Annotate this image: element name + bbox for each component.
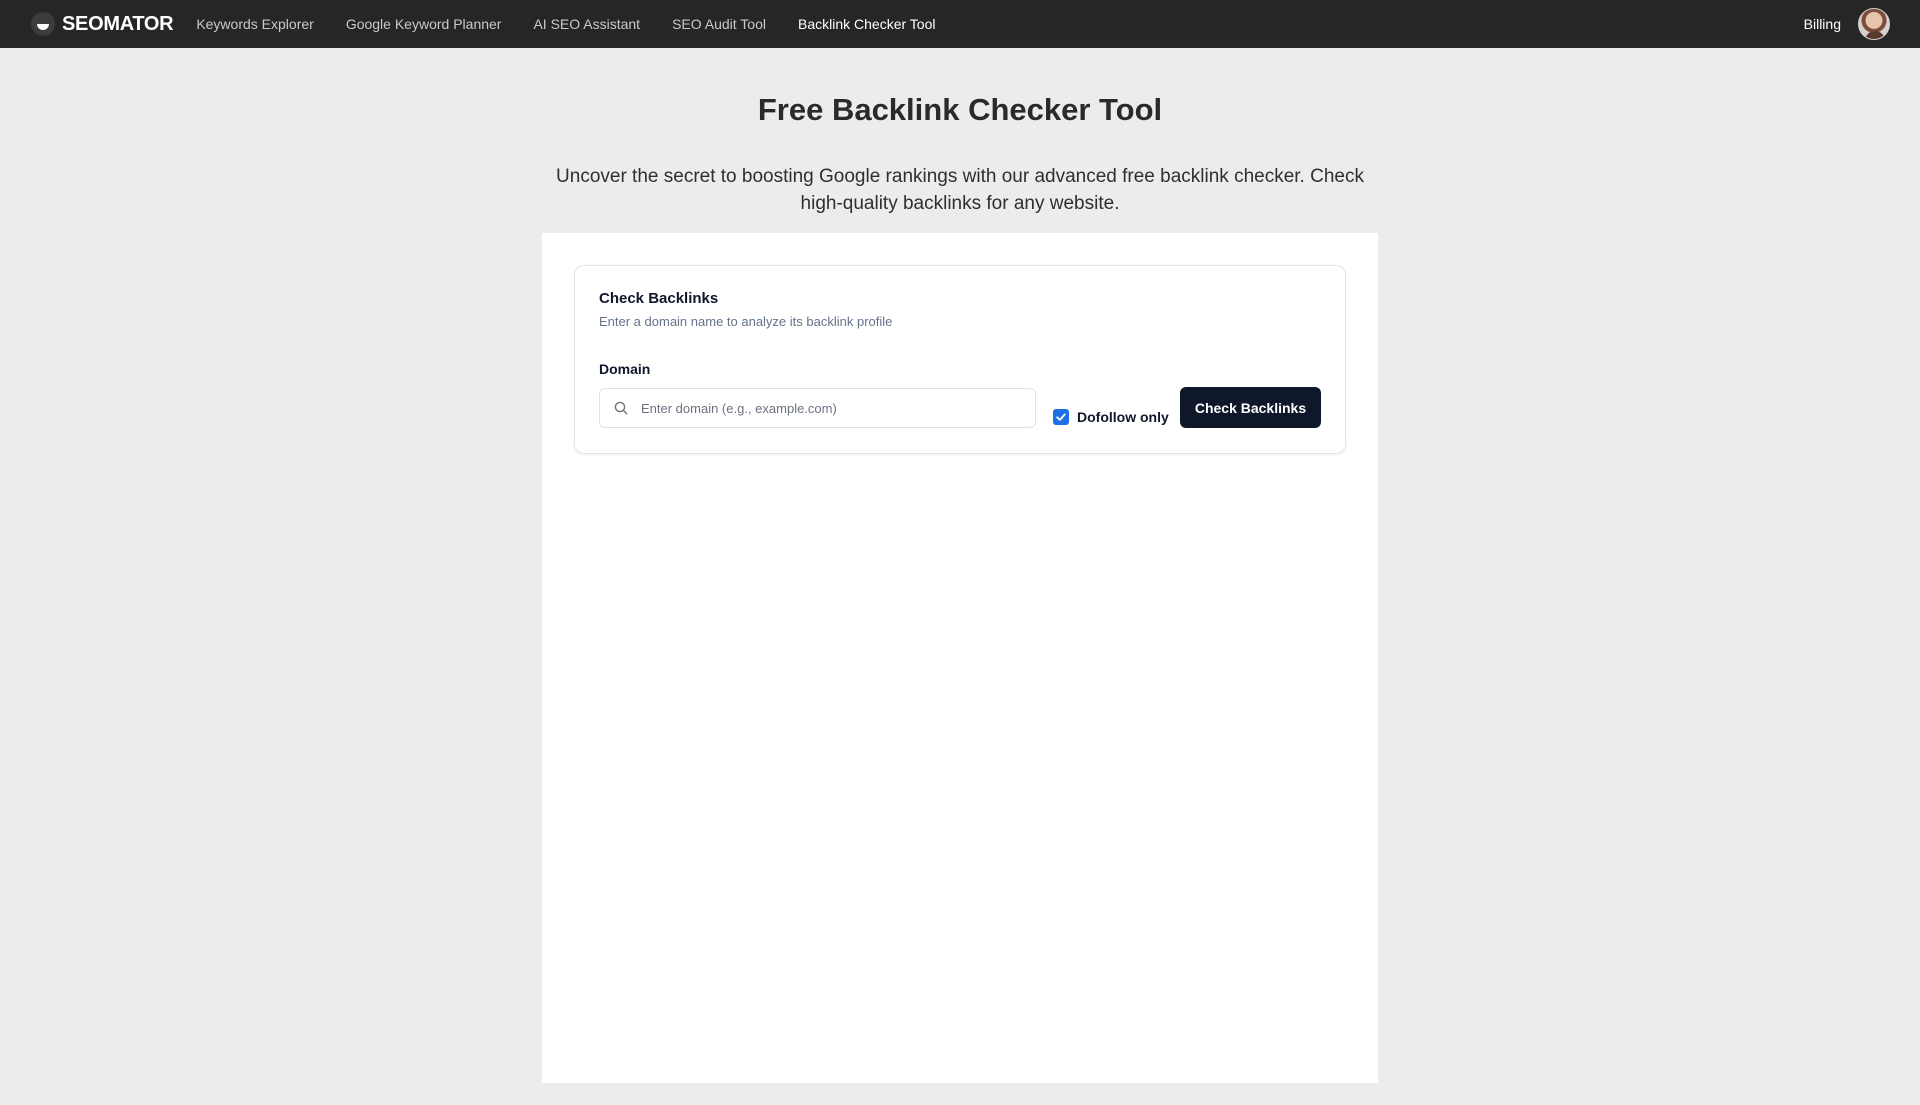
- brand-name: SEOMATOR: [62, 12, 174, 35]
- dofollow-label: Dofollow only: [1077, 409, 1169, 425]
- dofollow-checkbox[interactable]: [1053, 409, 1069, 425]
- domain-label: Domain: [599, 361, 651, 377]
- nav-item-ai-seo-assistant[interactable]: AI SEO Assistant: [533, 16, 640, 32]
- nav-item-backlink-checker-tool[interactable]: Backlink Checker Tool: [798, 16, 935, 32]
- card-subtitle: Enter a domain name to analyze its backl…: [599, 314, 893, 329]
- main-nav: Keywords Explorer Google Keyword Planner…: [196, 16, 967, 32]
- nav-item-keywords-explorer[interactable]: Keywords Explorer: [196, 16, 314, 32]
- brand-link[interactable]: SEOMATOR: [31, 12, 174, 36]
- checkmark-icon: [1056, 413, 1066, 421]
- user-avatar[interactable]: [1858, 8, 1890, 40]
- dofollow-only-toggle[interactable]: Dofollow only: [1053, 409, 1169, 425]
- billing-link[interactable]: Billing: [1804, 16, 1841, 32]
- domain-input-wrapper[interactable]: [599, 388, 1036, 428]
- page-description: Uncover the secret to boosting Google ra…: [556, 166, 1364, 214]
- domain-input[interactable]: [641, 400, 1021, 416]
- nav-item-seo-audit-tool[interactable]: SEO Audit Tool: [672, 16, 766, 32]
- check-backlinks-card: Check Backlinks Enter a domain name to a…: [574, 265, 1346, 454]
- search-icon: [613, 400, 629, 416]
- account-area: Billing: [1804, 0, 1890, 48]
- top-nav-bar: SEOMATOR Keywords Explorer Google Keywor…: [0, 0, 1920, 48]
- page-title: Free Backlink Checker Tool: [757, 92, 1163, 127]
- card-title: Check Backlinks: [599, 290, 719, 307]
- check-backlinks-button[interactable]: Check Backlinks: [1180, 387, 1321, 428]
- main-panel: Check Backlinks Enter a domain name to a…: [542, 233, 1378, 1083]
- seomator-logo-icon: [31, 12, 55, 36]
- nav-item-google-keyword-planner[interactable]: Google Keyword Planner: [346, 16, 502, 32]
